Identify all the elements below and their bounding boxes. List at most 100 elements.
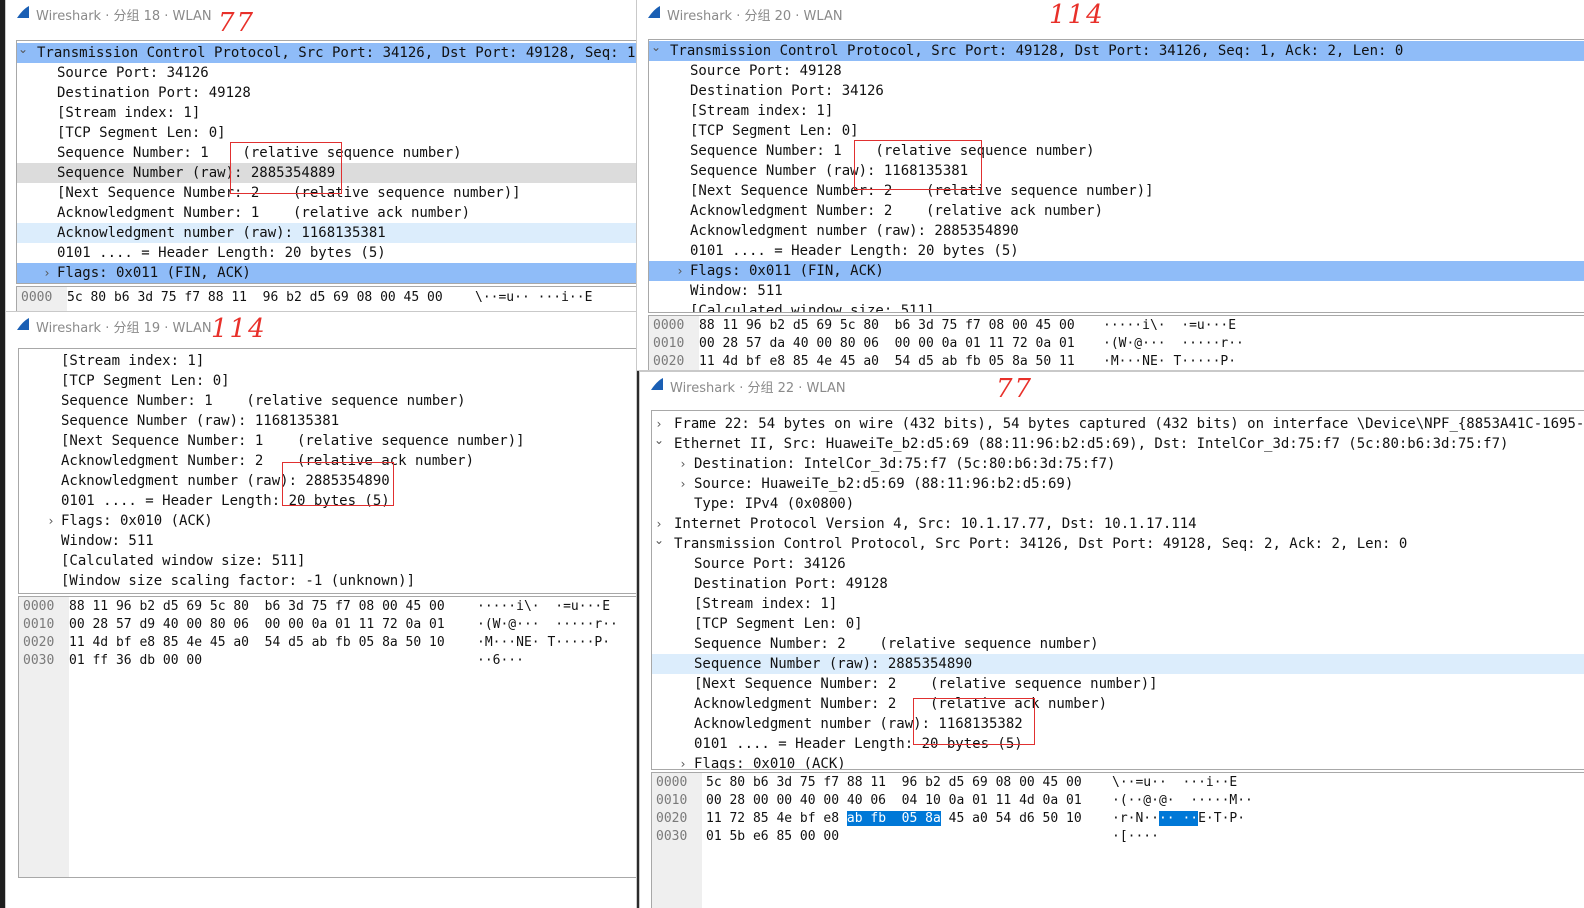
tree-row[interactable]: [Next Sequence Number: 2 (relative seque… <box>690 181 1584 201</box>
collapse-right-chevron-icon[interactable]: › <box>677 454 689 474</box>
tree-row[interactable]: Destination Port: 49128 <box>694 574 1584 594</box>
expand-down-chevron-icon[interactable]: ⌄ <box>650 40 662 57</box>
collapse-right-chevron-icon[interactable]: › <box>674 261 686 281</box>
tree-row[interactable]: [TCP Segment Len: 0] <box>694 614 1584 634</box>
tree-row[interactable]: Source Port: 34126 <box>57 63 636 83</box>
tree-row[interactable]: Source Port: 34126 <box>694 554 1584 574</box>
tree-row[interactable]: [Stream index: 1] <box>61 351 636 371</box>
tree-row[interactable]: Acknowledgment Number: 1 (relative ack n… <box>57 203 636 223</box>
tree-row[interactable]: Sequence Number (raw): 1168135381 <box>690 161 1584 181</box>
tree-row[interactable]: Sequence Number (raw): 1168135381 <box>61 411 636 431</box>
hex-bytes[interactable]: 88 11 96 b2 d5 69 5c 80 b6 3d 75 f7 08 0… <box>69 598 445 616</box>
tree-row[interactable]: › Flags: 0x010 (ACK) <box>681 754 1584 769</box>
hex-ascii[interactable]: ·[···· <box>1112 828 1159 846</box>
tree-row[interactable]: › Flags: 0x011 (FIN, ACK) <box>649 261 1584 281</box>
tree-row[interactable]: ⌄ Transmission Control Protocol, Src Port… <box>654 533 1584 554</box>
hex-bytes[interactable]: 01 ff 36 db 00 00 <box>69 652 202 670</box>
tree-row[interactable]: [Stream index: 1] <box>694 594 1584 614</box>
hex-ascii[interactable]: ·····i\· ·=u···E <box>1103 317 1236 335</box>
title-bar[interactable]: Wireshark · 分组 18 · WLAN <box>6 0 636 26</box>
collapse-right-chevron-icon[interactable]: › <box>677 474 689 494</box>
tree-row[interactable]: Sequence Number: 1 (relative sequence nu… <box>61 391 636 411</box>
expand-down-chevron-icon[interactable]: ⌄ <box>653 430 665 450</box>
tree-row[interactable]: 0101 .... = Header Length: 20 bytes (5) <box>57 243 636 263</box>
tree-row[interactable]: [TCP Segment Len: 0] <box>61 371 636 391</box>
tree-row[interactable]: [Window size scaling factor: -1 (unknown… <box>61 571 636 591</box>
tree-row[interactable]: [Stream index: 1] <box>690 101 1584 121</box>
tree-row[interactable]: [TCP Segment Len: 0] <box>690 121 1584 141</box>
tree-row[interactable]: › Frame 22: 54 bytes on wire (432 bits), … <box>657 414 1584 434</box>
hex-bytes[interactable]: 00 28 57 da 40 00 80 06 00 00 0a 01 11 7… <box>699 335 1075 353</box>
tree-row[interactable]: [Next Sequence Number: 2 (relative seque… <box>694 674 1584 694</box>
hex-bytes[interactable]: 00 28 00 00 40 00 40 06 04 10 0a 01 11 4… <box>706 792 1082 810</box>
tree-row[interactable]: [Next Sequence Number: 2 (relative seque… <box>57 183 636 203</box>
hex-bytes[interactable]: 5c 80 b6 3d 75 f7 88 11 96 b2 d5 69 08 0… <box>706 774 1082 792</box>
hex-bytes[interactable]: 00 28 57 d9 40 00 80 06 00 00 0a 01 11 7… <box>69 616 445 634</box>
tree-row[interactable]: Acknowledgment Number: 2 (relative ack n… <box>690 201 1584 221</box>
hex-ascii[interactable]: \··=u·· ···i··E <box>1112 774 1237 792</box>
tree-row[interactable]: Sequence Number: 2 (relative sequence nu… <box>694 634 1584 654</box>
tree-row[interactable]: Acknowledgment number (raw): 1168135381 <box>17 223 636 243</box>
tree-row[interactable]: Window: 511 <box>61 531 636 551</box>
hex-ascii[interactable]: ·r·N···· ··E·T·P· <box>1112 810 1245 828</box>
hex-ascii[interactable]: ··6··· <box>477 652 524 670</box>
wireshark-window-packet-19[interactable]: Wireshark · 分组 19 · WLAN 114 [Stream ind… <box>6 312 636 908</box>
hex-ascii[interactable]: \··=u·· ···i··E <box>475 289 592 307</box>
tree-row[interactable]: [Calculated window size: 511] <box>61 551 636 571</box>
tree-row[interactable]: Window: 511 <box>690 281 1584 301</box>
packet-bytes-pane[interactable]: 0000 5c 80 b6 3d 75 f7 88 11 96 b2 d5 69 … <box>16 286 636 312</box>
tree-row[interactable]: [Next Sequence Number: 1 (relative seque… <box>61 431 636 451</box>
collapse-right-chevron-icon[interactable]: › <box>45 511 57 531</box>
collapse-right-chevron-icon[interactable]: › <box>41 263 53 283</box>
packet-bytes-pane[interactable]: 0000 88 11 96 b2 d5 69 5c 80 b6 3d 75 f7 … <box>648 315 1584 370</box>
tree-row[interactable]: Source Port: 49128 <box>690 61 1584 81</box>
hex-bytes[interactable]: 11 72 85 4e bf e8 ab fb 05 8a 45 a0 54 d… <box>706 810 1082 828</box>
title-bar[interactable]: Wireshark · 分组 19 · WLAN <box>6 312 636 338</box>
hex-bytes[interactable]: 5c 80 b6 3d 75 f7 88 11 96 b2 d5 69 08 0… <box>67 289 443 307</box>
wireshark-window-packet-22[interactable]: Wireshark · 分组 22 · WLAN 77 › Frame 22: 5… <box>640 372 1584 908</box>
packet-details-tree[interactable]: › Frame 22: 54 bytes on wire (432 bits), … <box>651 410 1584 770</box>
collapse-right-chevron-icon[interactable]: › <box>677 754 689 769</box>
hex-ascii[interactable]: ·····i\· ·=u···E <box>477 598 610 616</box>
expand-down-chevron-icon[interactable]: ⌄ <box>17 41 29 59</box>
tree-row[interactable]: Destination Port: 49128 <box>57 83 636 103</box>
tree-row[interactable]: Destination Port: 34126 <box>690 81 1584 101</box>
hex-ascii[interactable]: ·(W·@··· ·····r·· <box>1103 335 1244 353</box>
hex-bytes[interactable]: 11 4d bf e8 85 4e 45 a0 54 d5 ab fb 05 8… <box>699 353 1075 370</box>
tree-row[interactable]: Acknowledgment number (raw): 2885354890 <box>690 221 1584 241</box>
tree-row[interactable]: Acknowledgment number (raw): 1168135382 <box>694 714 1584 734</box>
tree-row[interactable]: Sequence Number: 1 (relative sequence nu… <box>690 141 1584 161</box>
hex-ascii[interactable]: ·M···NE· T·····P· <box>1103 353 1236 370</box>
tree-row[interactable]: › Internet Protocol Version 4, Src: 10.1.… <box>657 514 1584 534</box>
tree-row[interactable]: Sequence Number: 1 (relative sequence nu… <box>57 143 636 163</box>
title-bar[interactable]: Wireshark · 分组 20 · WLAN <box>637 0 1584 26</box>
hex-bytes[interactable]: 11 4d bf e8 85 4e 45 a0 54 d5 ab fb 05 8… <box>69 634 445 652</box>
expand-down-chevron-icon[interactable]: ⌄ <box>653 530 665 550</box>
packet-bytes-pane[interactable]: 0000 88 11 96 b2 d5 69 5c 80 b6 3d 75 f7 … <box>18 596 636 878</box>
title-bar[interactable]: Wireshark · 分组 22 · WLAN <box>640 372 1584 398</box>
tree-row[interactable]: [Calculated window size: 511] <box>690 301 1584 312</box>
tree-row[interactable]: › Source: HuaweiTe_b2:d5:69 (88:11:96:b2:… <box>681 474 1584 494</box>
tree-row[interactable]: 0101 .... = Header Length: 20 bytes (5) <box>694 734 1584 754</box>
tree-row[interactable]: › Flags: 0x010 (ACK) <box>49 511 636 531</box>
hex-bytes[interactable]: 01 5b e6 85 00 00 <box>706 828 839 846</box>
tree-row[interactable]: 0101 .... = Header Length: 20 bytes (5) <box>690 241 1584 261</box>
wireshark-window-packet-20[interactable]: Wireshark · 分组 20 · WLAN 114 ⌄ Transmissi… <box>637 0 1584 370</box>
hex-ascii[interactable]: ·M···NE· T·····P· <box>477 634 610 652</box>
hex-ascii[interactable]: ·(··@·@· ·····M·· <box>1112 792 1253 810</box>
tree-row[interactable]: › Flags: 0x011 (FIN, ACK) <box>17 263 636 283</box>
packet-bytes-pane[interactable]: 0000 5c 80 b6 3d 75 f7 88 11 96 b2 d5 69 … <box>651 772 1584 908</box>
hex-ascii[interactable]: ·(W·@··· ·····r·· <box>477 616 618 634</box>
tree-row[interactable]: ⌄ Ethernet II, Src: HuaweiTe_b2:d5:69 (88… <box>654 433 1584 454</box>
tree-row[interactable]: [TCP Segment Len: 0] <box>57 123 636 143</box>
tree-row[interactable]: Sequence Number (raw): 2885354890 <box>652 654 1584 674</box>
hex-bytes[interactable]: 88 11 96 b2 d5 69 5c 80 b6 3d 75 f7 08 0… <box>699 317 1075 335</box>
packet-details-tree[interactable]: ⌄ Transmission Control Protocol, Src Port… <box>648 39 1584 313</box>
tree-row[interactable]: ⌄ Transmission Control Protocol, Src Port… <box>649 40 1584 61</box>
tree-row[interactable]: Type: IPv4 (0x0800) <box>694 494 1584 514</box>
wireshark-window-packet-18[interactable]: Wireshark · 分组 18 · WLAN 77 ⌄ Transmissio… <box>6 0 636 312</box>
tree-row[interactable]: Acknowledgment Number: 2 (relative ack n… <box>694 694 1584 714</box>
tree-row[interactable]: ⌄ Transmission Control Protocol, Src Port… <box>17 41 636 63</box>
tree-row[interactable]: [Stream index: 1] <box>57 103 636 123</box>
tree-row[interactable]: › Destination: IntelCor_3d:75:f7 (5c:80:b… <box>681 454 1584 474</box>
